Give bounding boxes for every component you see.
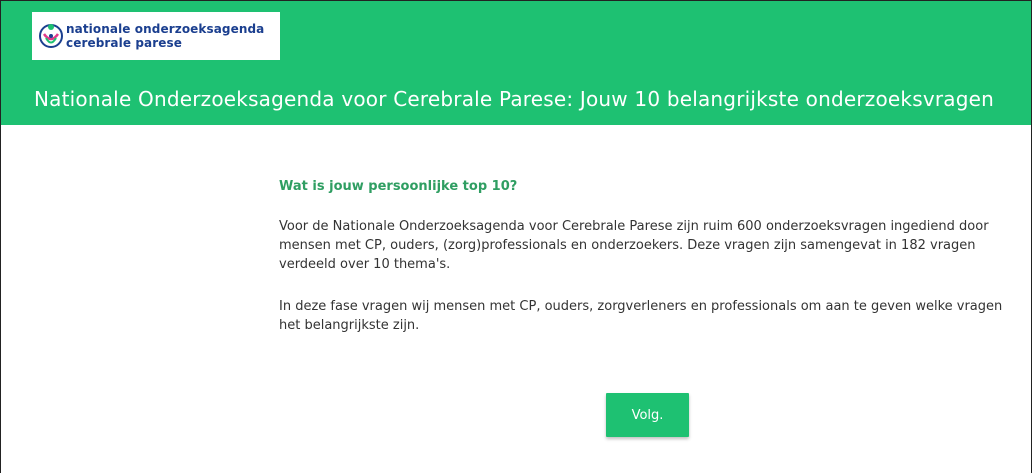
logo-text: nationale onderzoeksagenda cerebrale par…	[66, 22, 264, 50]
next-button[interactable]: Volg.	[606, 393, 689, 437]
survey-page: nationale onderzoeksagenda cerebrale par…	[0, 0, 1032, 473]
page-title: Nationale Onderzoeksagenda voor Cerebral…	[34, 87, 995, 111]
intro-paragraph-1: Voor de Nationale Onderzoeksagenda voor …	[279, 219, 989, 272]
logo-line-2: cerebrale parese	[66, 36, 182, 50]
intro-heading: Wat is jouw persoonlijke top 10?	[279, 179, 518, 194]
intro-content: Wat is jouw persoonlijke top 10? Voor de…	[279, 178, 1019, 333]
people-circle-logo-icon	[39, 24, 63, 48]
logo: nationale onderzoeksagenda cerebrale par…	[32, 12, 280, 60]
header-bar: nationale onderzoeksagenda cerebrale par…	[1, 1, 1031, 125]
intro-paragraph-2: In deze fase vragen wij mensen met CP, o…	[279, 299, 1003, 333]
logo-line-1: nationale onderzoeksagenda	[66, 22, 265, 36]
